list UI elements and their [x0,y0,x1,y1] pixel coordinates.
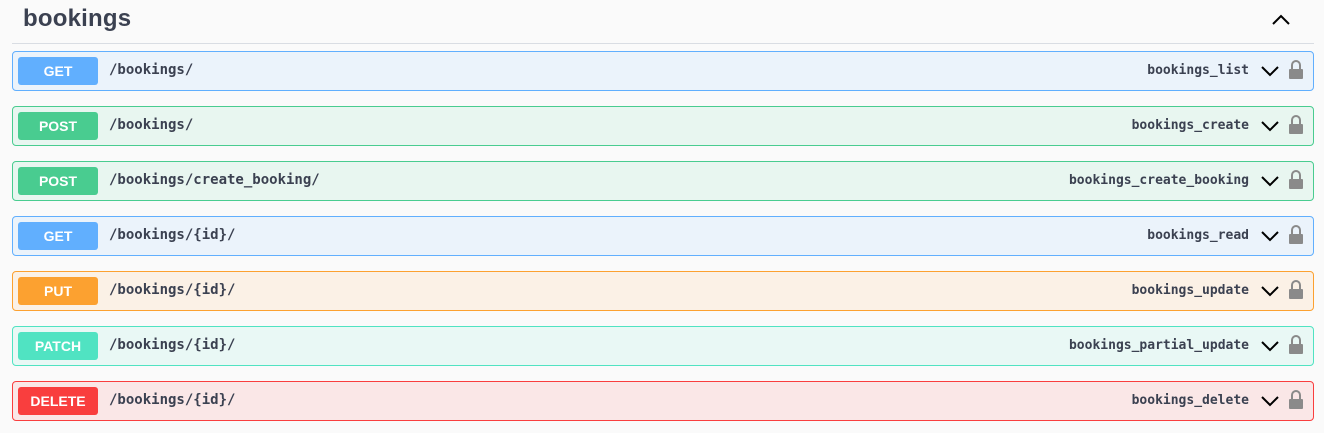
operation-id: bookings_update [1131,283,1249,298]
operation-row-post-bookings-create-booking[interactable]: POST /bookings/create_booking/ bookings_… [12,161,1314,201]
chevron-down-icon[interactable] [1261,173,1279,189]
method-badge: GET [18,222,98,250]
chevron-down-icon[interactable] [1261,228,1279,244]
operation-id: bookings_create [1131,118,1249,133]
operation-id: bookings_create_booking [1068,173,1249,188]
section-header[interactable]: bookings [12,0,1314,44]
operation-row-patch-bookings-partial-update[interactable]: PATCH /bookings/{id}/ bookings_partial_u… [12,326,1314,366]
chevron-down-icon[interactable] [1261,63,1279,79]
chevron-down-icon[interactable] [1261,393,1279,409]
operation-row-get-bookings-read[interactable]: GET /bookings/{id}/ bookings_read [12,216,1314,256]
operation-row-delete-bookings-delete[interactable]: DELETE /bookings/{id}/ bookings_delete [12,381,1314,421]
operation-row-get-bookings-list[interactable]: GET /bookings/ bookings_list [12,51,1314,91]
lock-icon[interactable] [1288,334,1304,356]
chevron-down-icon[interactable] [1261,338,1279,354]
lock-icon[interactable] [1288,114,1304,136]
operation-path: /bookings/ [109,62,194,78]
method-badge: PATCH [18,332,98,360]
operation-path: /bookings/{id}/ [109,392,236,408]
method-badge: PUT [18,277,98,305]
lock-icon[interactable] [1288,389,1304,411]
operation-path: /bookings/{id}/ [109,337,236,353]
method-badge: POST [18,167,98,195]
method-badge: POST [18,112,98,140]
operation-path: /bookings/{id}/ [109,227,236,243]
operation-path: /bookings/create_booking/ [109,172,320,188]
chevron-up-icon[interactable] [1268,8,1294,32]
method-badge: DELETE [18,387,98,415]
section-title: bookings [23,5,132,32]
operation-id: bookings_partial_update [1068,338,1249,353]
lock-icon[interactable] [1288,169,1304,191]
operation-id: bookings_read [1147,228,1249,243]
lock-icon[interactable] [1288,279,1304,301]
lock-icon[interactable] [1288,59,1304,81]
operation-path: /bookings/{id}/ [109,282,236,298]
chevron-down-icon[interactable] [1261,283,1279,299]
lock-icon[interactable] [1288,224,1304,246]
operation-id: bookings_list [1147,63,1249,78]
operation-path: /bookings/ [109,117,194,133]
method-badge: GET [18,57,98,85]
operation-row-post-bookings-create[interactable]: POST /bookings/ bookings_create [12,106,1314,146]
operation-row-put-bookings-update[interactable]: PUT /bookings/{id}/ bookings_update [12,271,1314,311]
chevron-down-icon[interactable] [1261,118,1279,134]
operation-id: bookings_delete [1131,393,1249,408]
